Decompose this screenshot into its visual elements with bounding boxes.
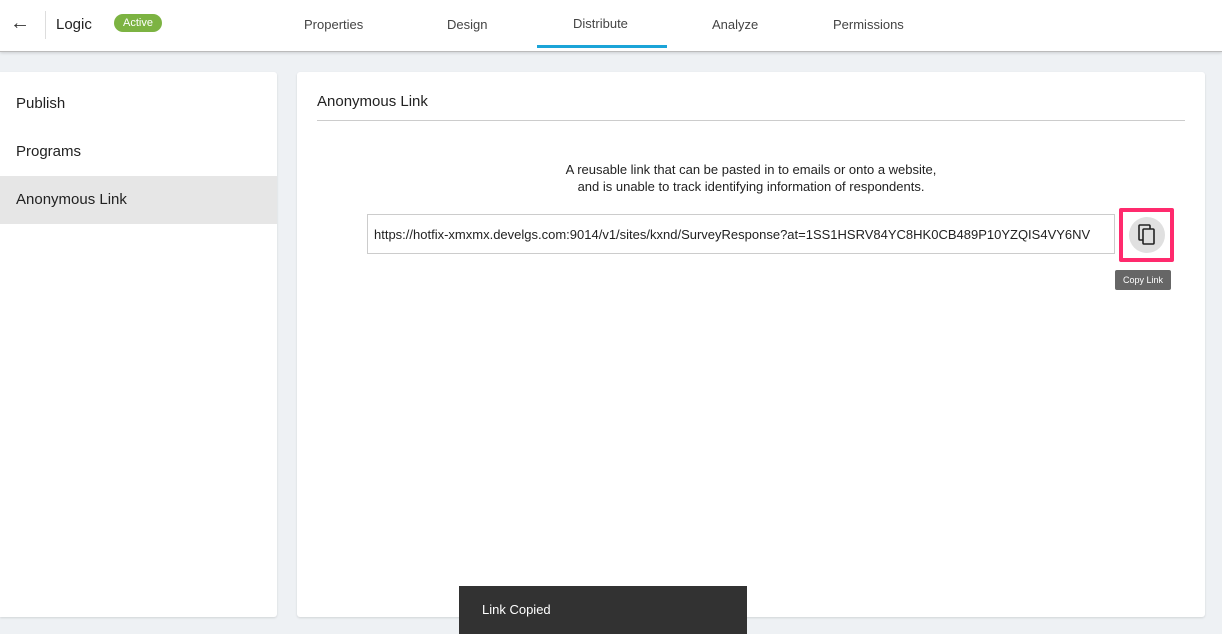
toast-notification: Link Copied bbox=[459, 586, 747, 634]
main-panel: Anonymous Link A reusable link that can … bbox=[297, 72, 1205, 617]
tab-analyze[interactable]: Analyze bbox=[712, 17, 758, 32]
divider bbox=[45, 11, 46, 39]
section-heading: Anonymous Link bbox=[317, 93, 428, 110]
tab-permissions[interactable]: Permissions bbox=[833, 17, 904, 32]
sidebar-item-programs[interactable]: Programs bbox=[0, 128, 277, 176]
tab-design[interactable]: Design bbox=[447, 17, 487, 32]
description-line: A reusable link that can be pasted in to… bbox=[565, 162, 937, 177]
sidebar: Publish Programs Anonymous Link bbox=[0, 72, 277, 617]
copy-icon bbox=[1137, 224, 1155, 245]
copy-button-circle bbox=[1128, 217, 1165, 253]
copy-link-button[interactable] bbox=[1119, 208, 1174, 262]
top-bar: ← Logic Active Properties Design Distrib… bbox=[0, 0, 1222, 52]
copy-link-tooltip: Copy Link bbox=[1115, 270, 1172, 290]
description: A reusable link that can be pasted in to… bbox=[297, 161, 1205, 195]
tab-distribute[interactable]: Distribute bbox=[573, 16, 628, 31]
divider bbox=[317, 120, 1185, 121]
status-badge: Active bbox=[114, 14, 162, 32]
sidebar-item-publish[interactable]: Publish bbox=[0, 80, 277, 128]
survey-title: Logic bbox=[56, 16, 92, 33]
back-arrow-icon[interactable]: ← bbox=[10, 12, 30, 35]
sidebar-item-anonymous-link[interactable]: Anonymous Link bbox=[0, 176, 277, 224]
anonymous-link-input[interactable] bbox=[367, 214, 1115, 254]
description-line: and is unable to track identifying infor… bbox=[577, 179, 925, 194]
tab-properties[interactable]: Properties bbox=[304, 17, 363, 32]
active-tab-indicator bbox=[537, 45, 667, 48]
